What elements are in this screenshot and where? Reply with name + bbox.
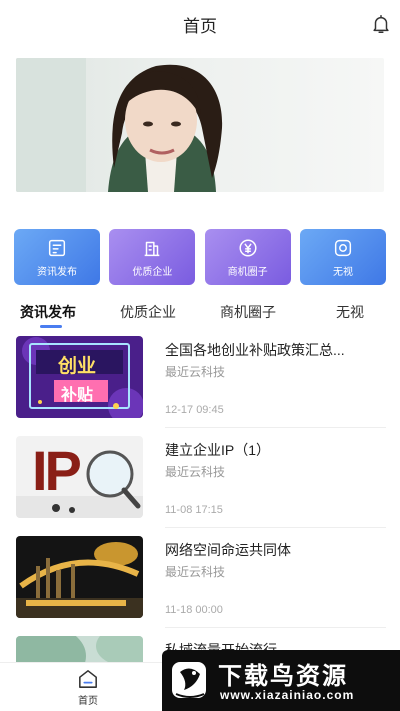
circle-square-icon [334, 239, 352, 256]
tab-news[interactable]: 资讯发布 [20, 302, 76, 322]
banner-image[interactable] [16, 58, 384, 192]
home-icon [79, 670, 97, 688]
active-tab-indicator [40, 325, 62, 328]
building-icon [144, 241, 160, 256]
watermark-title: 下载鸟资源 [218, 663, 348, 690]
thumbnail-caption: 创业 [58, 356, 97, 377]
tab-companies[interactable]: 优质企业 [120, 302, 176, 322]
yen-circle-icon [239, 238, 257, 257]
article-thumbnail: IP [16, 436, 143, 518]
divider [165, 427, 386, 428]
article-title: 建立企业IP（1） [165, 442, 271, 458]
category-tabs: 资讯发布 优质企业 商机圈子 无视 [0, 300, 400, 328]
tab-ignore[interactable]: 无视 [336, 302, 364, 322]
list-item[interactable]: IP 建立企业IP（1） 最近云科技 11-08 17:15 [0, 436, 400, 528]
divider [165, 527, 386, 528]
article-thumbnail [16, 536, 143, 618]
article-title: 全国各地创业补贴政策汇总... [165, 342, 345, 358]
quick-link-label: 商机圈子 [227, 266, 268, 278]
page-title: 首页 [183, 16, 217, 36]
quick-link-label: 优质企业 [132, 266, 173, 278]
document-icon [48, 239, 66, 256]
article-source: 最近云科技 [165, 565, 226, 579]
list-item[interactable]: 创业 补贴 全国各地创业补贴政策汇总... 最近云科技 12-17 09:45 [0, 336, 400, 428]
thumbnail-caption: 补贴 [61, 387, 94, 404]
article-time: 11-18 00:00 [165, 604, 223, 616]
app-header: 首页 [0, 0, 400, 48]
quick-links: 资讯发布 优质企业 商机圈子 无视 [14, 229, 386, 285]
quick-link-news[interactable]: 资讯发布 [14, 229, 100, 285]
quick-link-label: 资讯发布 [37, 266, 77, 278]
nav-home-label: 首页 [78, 696, 98, 707]
watermark-url: www.xiazainiao.com [220, 688, 355, 702]
quick-link-ignore[interactable]: 无视 [299, 229, 386, 285]
quick-link-business[interactable]: 商机圈子 [204, 229, 291, 285]
article-title: 网络空间命运共同体 [165, 542, 291, 558]
divider [165, 627, 386, 628]
list-item[interactable]: 网络空间命运共同体 最近云科技 11-18 00:00 [0, 536, 400, 628]
quick-link-label: 无视 [332, 266, 353, 278]
article-source: 最近云科技 [165, 365, 226, 379]
bird-logo-icon [172, 662, 206, 698]
article-thumbnail: 创业 补贴 [16, 336, 143, 418]
quick-link-companies[interactable]: 优质企业 [109, 229, 196, 285]
nav-home[interactable]: 首页 [68, 669, 108, 707]
thumbnail-caption: IP [32, 439, 82, 502]
article-time: 11-08 17:15 [165, 504, 223, 516]
tab-business[interactable]: 商机圈子 [220, 302, 276, 322]
site-watermark: 下载鸟资源 www.xiazainiao.com [162, 650, 400, 711]
article-source: 最近云科技 [165, 465, 226, 479]
article-time: 12-17 09:45 [165, 404, 224, 416]
bell-icon[interactable] [370, 13, 392, 35]
